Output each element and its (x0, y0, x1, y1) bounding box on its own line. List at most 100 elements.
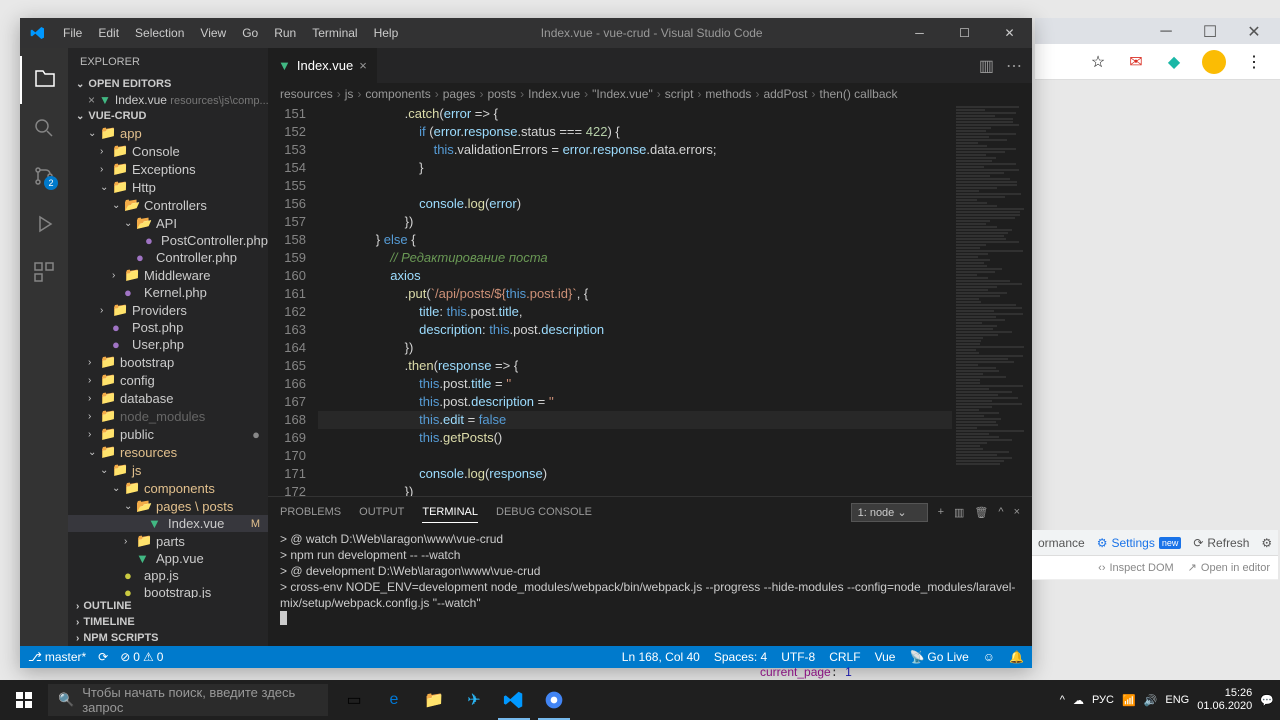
tree-bootstrap-js[interactable]: ●bootstrap.js (68, 584, 268, 598)
menu-terminal[interactable]: Terminal (304, 26, 365, 40)
chrome-maximize[interactable]: ☐ (1188, 18, 1232, 46)
indent-status[interactable]: Spaces: 4 (714, 650, 767, 664)
open-in-editor[interactable]: ↗ Open in editor (1188, 561, 1270, 574)
tree-public[interactable]: ›📁public● (68, 425, 268, 443)
project-section[interactable]: ⌄VUE-CRUD (68, 108, 268, 124)
devtools-tab-performance[interactable]: ormance (1038, 536, 1085, 550)
tree-index-vue[interactable]: ▼Index.vueM (68, 515, 268, 532)
tree-exceptions[interactable]: ›📁Exceptions (68, 160, 268, 178)
open-editor-item[interactable]: × ▼ Index.vue resources\js\comp... M (68, 92, 268, 108)
split-editor-icon[interactable]: ▥ (979, 56, 994, 76)
timeline-section[interactable]: ›TIMELINE (68, 614, 268, 630)
git-branch[interactable]: ⎇ master* (28, 650, 86, 664)
kill-terminal-icon[interactable]: 🗑 (974, 506, 988, 519)
terminal-select[interactable]: 1: node ⌄ (851, 503, 928, 522)
maximize-button[interactable]: ☐ (942, 18, 987, 48)
start-button[interactable] (0, 680, 48, 720)
tree-controller-php[interactable]: ●Controller.php (68, 249, 268, 266)
tray-wifi-icon[interactable]: 📶 (1122, 694, 1136, 707)
problems-status[interactable]: ⊘ 0 ⚠ 0 (120, 650, 163, 664)
menu-file[interactable]: File (55, 26, 90, 40)
cursor-position[interactable]: Ln 168, Col 40 (622, 650, 700, 664)
tree-bootstrap[interactable]: ›📁bootstrap (68, 353, 268, 371)
tree-database[interactable]: ›📁database (68, 389, 268, 407)
bookmark-star-icon[interactable]: ☆ (1088, 52, 1108, 72)
tab-index-vue[interactable]: ▼ Index.vue × (268, 48, 377, 83)
maximize-panel-icon[interactable]: ^ (998, 506, 1003, 518)
tray-notifications-icon[interactable]: 💬 (1260, 694, 1274, 707)
chrome-menu-icon[interactable]: ⋮ (1244, 52, 1264, 72)
menu-run[interactable]: Run (266, 26, 304, 40)
panel-tab-problems[interactable]: PROBLEMS (280, 502, 341, 522)
devtools-refresh[interactable]: ⟳ Refresh (1193, 536, 1249, 550)
debug-icon[interactable] (20, 200, 68, 248)
sync-icon[interactable]: ⟳ (98, 650, 108, 664)
tray-keyboard[interactable]: РУС (1092, 694, 1114, 706)
minimize-button[interactable]: ─ (897, 18, 942, 48)
telegram-icon[interactable]: ✈ (454, 680, 494, 720)
tree-providers[interactable]: ›📁Providers (68, 301, 268, 319)
chrome-minimize[interactable]: ─ (1144, 18, 1188, 46)
file-explorer-icon[interactable]: 📁 (414, 680, 454, 720)
tray-chevron-icon[interactable]: ^ (1060, 694, 1065, 706)
panel-tab-debug-console[interactable]: DEBUG CONSOLE (496, 502, 592, 522)
tree-controllers[interactable]: ⌄📂Controllers (68, 196, 268, 214)
close-button[interactable]: ✕ (987, 18, 1032, 48)
menu-selection[interactable]: Selection (127, 26, 192, 40)
npm-section[interactable]: ›NPM SCRIPTS (68, 630, 268, 646)
task-view-icon[interactable]: ▭ (334, 680, 374, 720)
tree-node-modules[interactable]: ›📁node_modules (68, 407, 268, 425)
tree-config[interactable]: ›📁config (68, 371, 268, 389)
menu-view[interactable]: View (192, 26, 234, 40)
tray-cloud-icon[interactable]: ☁ (1073, 694, 1084, 707)
encoding-status[interactable]: UTF-8 (781, 650, 815, 664)
menu-edit[interactable]: Edit (90, 26, 127, 40)
tray-lang[interactable]: ENG (1165, 694, 1189, 706)
new-terminal-icon[interactable]: + (938, 506, 944, 518)
taskbar-search[interactable]: 🔍 Чтобы начать поиск, введите здесь запр… (48, 684, 328, 716)
more-actions-icon[interactable]: ⋯ (1006, 56, 1022, 76)
tab-close-icon[interactable]: × (359, 58, 367, 73)
language-status[interactable]: Vue (875, 650, 896, 664)
tree-post-php[interactable]: ●Post.php (68, 319, 268, 336)
chrome-close[interactable]: ✕ (1232, 18, 1276, 46)
bell-icon[interactable]: 🔔 (1009, 650, 1024, 664)
tray-clock[interactable]: 15:26 01.06.2020 (1197, 687, 1252, 713)
search-icon[interactable] (20, 104, 68, 152)
tree-console[interactable]: ›📁Console (68, 142, 268, 160)
gmail-icon[interactable]: ✉ (1126, 52, 1146, 72)
menu-help[interactable]: Help (366, 26, 407, 40)
extensions-icon[interactable] (20, 248, 68, 296)
devtools-gear-icon[interactable]: ⚙ (1261, 536, 1272, 550)
outline-section[interactable]: ›OUTLINE (68, 598, 268, 614)
explorer-icon[interactable] (20, 56, 68, 104)
close-panel-icon[interactable]: × (1014, 506, 1020, 518)
tree-app-vue[interactable]: ▼App.vue (68, 550, 268, 567)
tree-app[interactable]: ⌄📁app (68, 124, 268, 142)
panel-tab-output[interactable]: OUTPUT (359, 502, 404, 522)
chrome-task-icon[interactable] (534, 680, 574, 720)
tree-js[interactable]: ⌄📁js (68, 461, 268, 479)
breadcrumb[interactable]: resources›js›components›pages›posts›Inde… (268, 83, 1032, 105)
go-live[interactable]: 📡 Go Live (909, 650, 968, 664)
tree-http[interactable]: ⌄📁Http (68, 178, 268, 196)
terminal-output[interactable]: > @ watch D:\Web\laragon\www\vue-crud> n… (268, 527, 1032, 646)
inspect-dom[interactable]: ‹› Inspect DOM (1098, 562, 1174, 574)
source-control-icon[interactable]: 2 (20, 152, 68, 200)
open-editors-section[interactable]: ⌄OPEN EDITORS (68, 76, 268, 92)
tree-kernel-php[interactable]: ●Kernel.php (68, 284, 268, 301)
edge-icon[interactable]: e (374, 680, 414, 720)
tree-api[interactable]: ⌄📂API (68, 214, 268, 232)
eol-status[interactable]: CRLF (829, 650, 860, 664)
tree-pages---posts[interactable]: ⌄📂pages \ posts (68, 497, 268, 515)
vscode-task-icon[interactable] (494, 680, 534, 720)
tree-resources[interactable]: ⌄📁resources (68, 443, 268, 461)
tree-postcontroller-php[interactable]: ●PostController.php (68, 232, 268, 249)
tree-components[interactable]: ⌄📁components (68, 479, 268, 497)
tree-parts[interactable]: ›📁parts (68, 532, 268, 550)
minimap[interactable] (952, 105, 1032, 496)
devtools-settings[interactable]: ⚙ Settings new (1097, 536, 1182, 550)
tray-volume-icon[interactable]: 🔊 (1144, 694, 1158, 707)
avatar-icon[interactable] (1202, 50, 1226, 74)
menu-go[interactable]: Go (234, 26, 266, 40)
